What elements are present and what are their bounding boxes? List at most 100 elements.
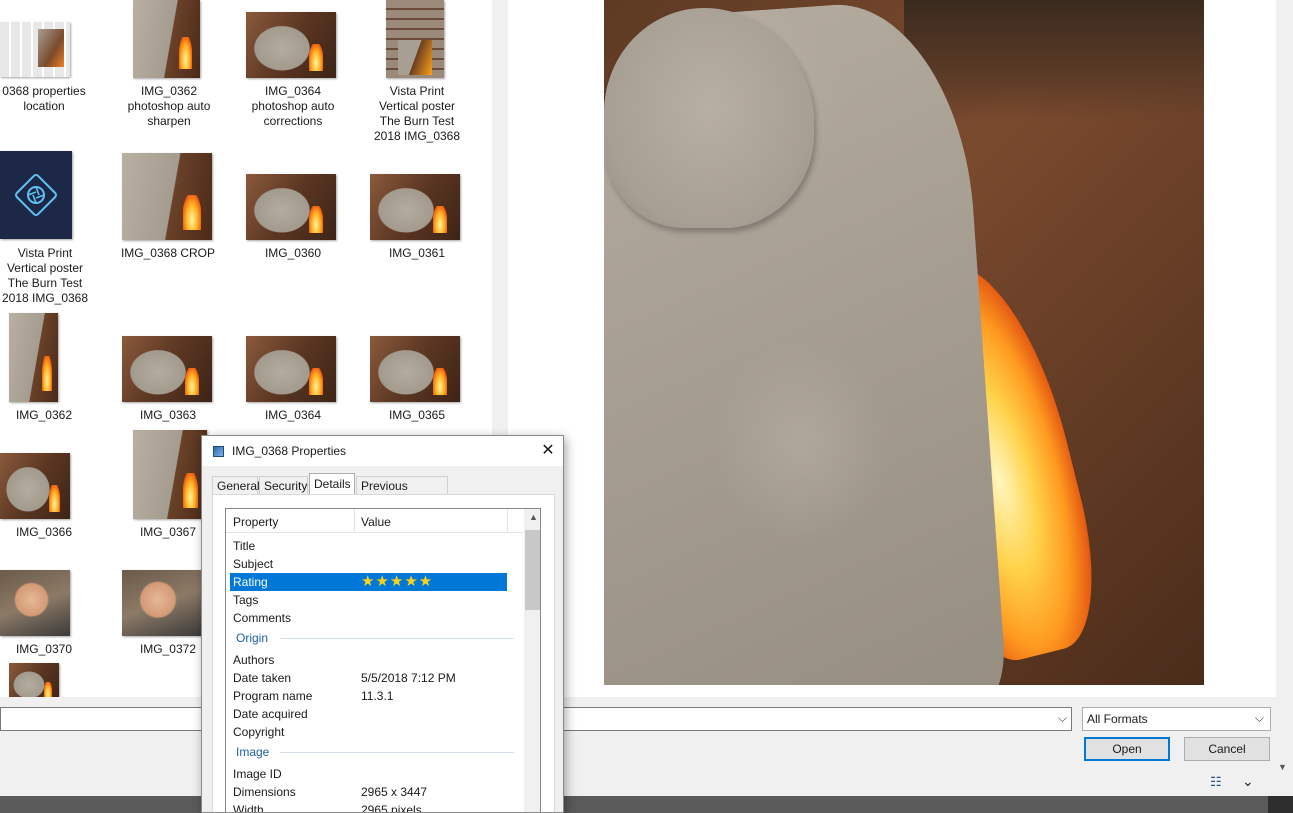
file-name: IMG_0362 bbox=[15, 408, 73, 422]
file-name: IMG_0363 bbox=[139, 408, 197, 422]
bottom-strip bbox=[0, 774, 1293, 796]
taskbar bbox=[0, 796, 1293, 813]
property-key: Width bbox=[233, 803, 264, 813]
star-rating[interactable]: ★★★★★ bbox=[361, 572, 433, 590]
file-thumbnail bbox=[370, 174, 460, 240]
property-value: 5/5/2018 7:12 PM bbox=[361, 671, 456, 685]
file-name: IMG_0370 bbox=[15, 642, 73, 656]
file-thumbnail bbox=[9, 313, 58, 402]
file-name: IMG_0368 CROP bbox=[120, 246, 216, 260]
chevron-down-icon[interactable]: ⌵ bbox=[1255, 711, 1264, 726]
file-name: IMG_0364 bbox=[264, 408, 322, 422]
file-icon bbox=[213, 446, 224, 457]
tab-details[interactable]: Details bbox=[309, 473, 355, 495]
property-key: Dimensions bbox=[233, 785, 296, 799]
property-key: Tags bbox=[233, 593, 259, 607]
file-name: IMG_0362 photoshop auto sharpen bbox=[127, 84, 211, 128]
file-thumbnail bbox=[0, 453, 70, 519]
preview-image bbox=[604, 0, 1204, 685]
file-thumbnail bbox=[122, 153, 212, 240]
chevron-down-icon[interactable]: ⌵ bbox=[1058, 711, 1067, 726]
column-header-value[interactable]: Value bbox=[361, 515, 391, 529]
group-divider bbox=[280, 638, 514, 639]
column-header-property[interactable]: Property bbox=[233, 515, 278, 529]
tab-previous-versions[interactable]: Previous Versions bbox=[356, 476, 448, 507]
property-row-title[interactable]: Title bbox=[230, 537, 507, 555]
property-row-date-taken[interactable]: Date taken 5/5/2018 7:12 PM bbox=[230, 669, 507, 687]
property-row-copyright[interactable]: Copyright bbox=[230, 723, 507, 741]
cancel-button[interactable]: Cancel bbox=[1184, 737, 1270, 761]
property-list: Property Value Title Subject Rating ★★★★… bbox=[225, 508, 541, 813]
property-row-width[interactable]: Width 2965 pixels bbox=[230, 801, 507, 813]
format-select[interactable]: All Formats ⌵ bbox=[1082, 707, 1271, 731]
file-name: IMG_0364 photoshop auto corrections bbox=[251, 84, 335, 128]
open-button[interactable]: Open bbox=[1084, 737, 1170, 761]
property-key: Rating bbox=[233, 575, 268, 589]
file-thumbnail bbox=[0, 570, 70, 636]
property-key: Comments bbox=[233, 611, 292, 625]
column-divider[interactable] bbox=[507, 509, 508, 533]
file-name: IMG_0361 bbox=[388, 246, 446, 260]
properties-dialog: IMG_0368 Properties ✕ General Security D… bbox=[201, 435, 564, 813]
window-scrollbar[interactable] bbox=[1276, 0, 1293, 775]
property-row-authors[interactable]: Authors bbox=[230, 651, 507, 669]
format-selected-value: All Formats bbox=[1087, 712, 1148, 726]
dialog-titlebar[interactable]: IMG_0368 Properties ✕ bbox=[202, 436, 563, 466]
tab-general[interactable]: General bbox=[212, 476, 260, 494]
property-row-dimensions[interactable]: Dimensions 2965 x 3447 bbox=[230, 783, 507, 801]
view-options-icon[interactable]: ☷ bbox=[1210, 774, 1222, 790]
group-heading-image: Image bbox=[236, 745, 270, 759]
list-header: Property Value bbox=[226, 509, 524, 533]
file-thumbnail bbox=[9, 663, 59, 697]
column-divider[interactable] bbox=[354, 509, 355, 533]
property-value: 2965 pixels bbox=[361, 803, 422, 813]
file-thumbnail bbox=[0, 151, 72, 239]
file-thumbnail bbox=[122, 336, 212, 402]
scroll-up-icon[interactable]: ▲ bbox=[529, 512, 538, 522]
camera-aperture-icon bbox=[15, 174, 57, 216]
preview-panel bbox=[508, 0, 1293, 697]
tab-security[interactable]: Security bbox=[259, 476, 308, 494]
property-row-comments[interactable]: Comments bbox=[230, 609, 507, 627]
file-name: Vista Print Vertical poster The Burn Tes… bbox=[1, 246, 89, 305]
details-tab-content: Property Value Title Subject Rating ★★★★… bbox=[212, 494, 555, 813]
file-thumbnail bbox=[0, 22, 70, 77]
group-heading-origin: Origin bbox=[236, 631, 269, 645]
property-key: Program name bbox=[233, 689, 313, 703]
file-thumbnail bbox=[370, 336, 460, 402]
scroll-down-icon[interactable]: ▼ bbox=[1278, 762, 1287, 772]
chevron-down-icon[interactable]: ⌄ bbox=[1242, 773, 1254, 790]
file-name: IMG_0360 bbox=[264, 246, 322, 260]
property-value: 2965 x 3447 bbox=[361, 785, 428, 799]
file-name: IMG_0366 bbox=[15, 525, 73, 539]
property-row-program-name[interactable]: Program name 11.3.1 bbox=[230, 687, 507, 705]
property-key: Title bbox=[233, 539, 256, 553]
photo-soil bbox=[904, 0, 1204, 120]
property-key: Subject bbox=[233, 557, 274, 571]
file-thumbnail bbox=[246, 336, 336, 402]
property-row-image-id[interactable]: Image ID bbox=[230, 765, 507, 783]
property-key: Copyright bbox=[233, 725, 285, 739]
file-thumbnail bbox=[386, 0, 444, 78]
file-thumbnail bbox=[122, 570, 202, 636]
file-name: Vista Print Vertical poster The Burn Tes… bbox=[373, 84, 461, 143]
file-thumbnail bbox=[246, 12, 336, 78]
scrollbar-thumb[interactable] bbox=[525, 530, 540, 610]
file-name: IMG_0365 bbox=[388, 408, 446, 422]
property-row-tags[interactable]: Tags bbox=[230, 591, 507, 609]
taskbar-corner bbox=[1268, 796, 1293, 813]
property-key: Date acquired bbox=[233, 707, 308, 721]
group-divider bbox=[280, 752, 514, 753]
property-row-date-acquired[interactable]: Date acquired bbox=[230, 705, 507, 723]
property-key: Image ID bbox=[233, 767, 282, 781]
property-value: 11.3.1 bbox=[361, 689, 394, 703]
property-row-subject[interactable]: Subject bbox=[230, 555, 507, 573]
close-icon[interactable]: ✕ bbox=[537, 440, 559, 462]
property-key: Date taken bbox=[233, 671, 292, 685]
file-thumbnail bbox=[133, 0, 200, 78]
property-key: Authors bbox=[233, 653, 275, 667]
file-thumbnail bbox=[133, 430, 207, 519]
property-row-rating[interactable]: Rating ★★★★★ bbox=[230, 573, 507, 591]
dialog-title: IMG_0368 Properties bbox=[232, 444, 347, 458]
file-thumbnail bbox=[246, 174, 336, 240]
